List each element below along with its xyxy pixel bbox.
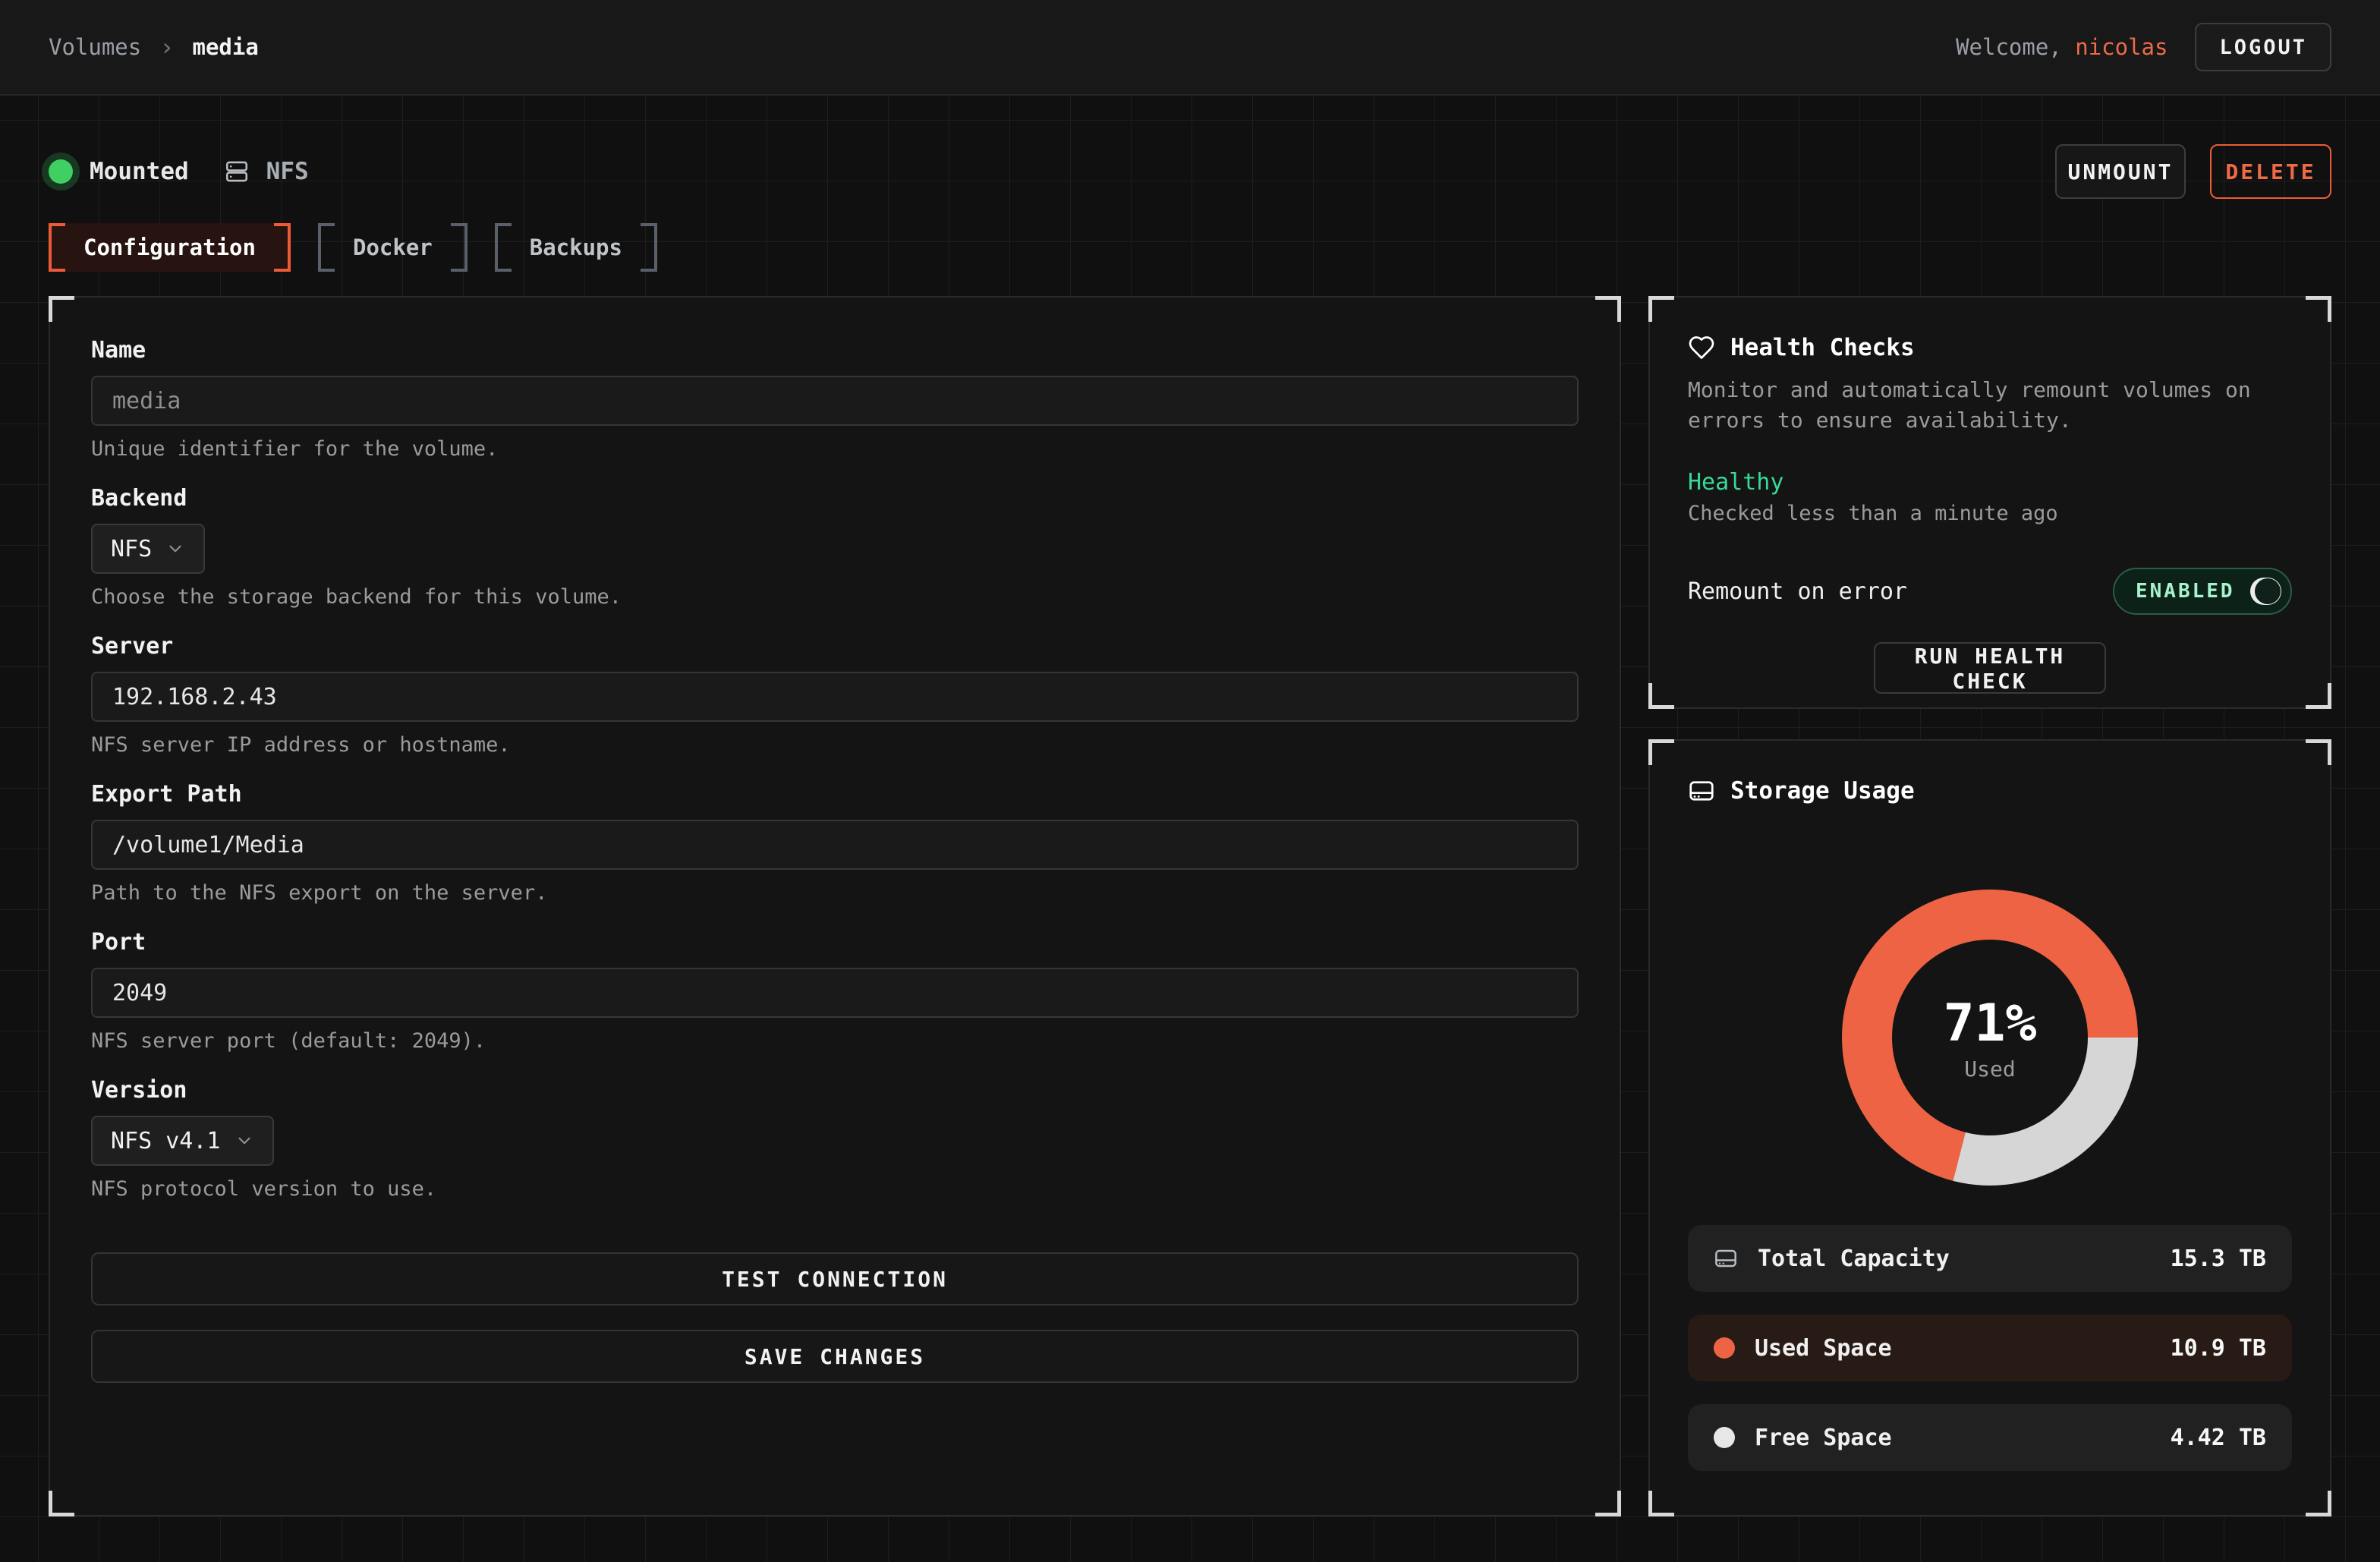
server-field-group: Server NFS server IP address or hostname…: [91, 633, 1579, 758]
free-space-row: Free Space 4.42 TB: [1688, 1404, 2292, 1471]
corner-bracket: [1648, 296, 1674, 322]
corner-bracket: [1648, 739, 1674, 765]
donut-percent: 71%: [1944, 994, 2037, 1053]
logout-button[interactable]: LOGOUT: [2195, 23, 2331, 71]
tab-backups[interactable]: Backups: [495, 223, 657, 272]
configuration-card: Name Unique identifier for the volume. B…: [49, 296, 1621, 1516]
welcome-text: Welcome, nicolas: [1956, 34, 2168, 60]
corner-bracket: [49, 296, 74, 322]
port-field-group: Port NFS server port (default: 2049).: [91, 929, 1579, 1054]
corner-bracket: [2306, 683, 2331, 709]
delete-button[interactable]: DELETE: [2210, 144, 2331, 199]
name-hint: Unique identifier for the volume.: [91, 436, 1579, 462]
mount-status-label: Mounted: [90, 158, 189, 185]
tab-docker[interactable]: Docker: [318, 223, 468, 272]
tab-bar: Configuration Docker Backups: [49, 223, 2331, 272]
heart-icon: [1688, 334, 1715, 361]
welcome-prefix: Welcome,: [1956, 34, 2062, 60]
username: nicolas: [2075, 34, 2168, 60]
health-last-checked: Checked less than a minute ago: [1688, 502, 2292, 525]
total-capacity-label: Total Capacity: [1758, 1246, 1950, 1272]
server-label: Server: [91, 633, 1579, 660]
page-content: Mounted NFS UNMOUNT DELETE Configuration…: [0, 96, 2380, 1562]
port-label: Port: [91, 929, 1579, 956]
backend-label: Backend: [91, 485, 1579, 512]
chevron-right-icon: ›: [159, 33, 174, 61]
remount-toggle-label: ENABLED: [2136, 580, 2235, 603]
storage-usage-card: Storage Usage 71% Used: [1648, 739, 2331, 1516]
corner-bracket: [49, 1491, 74, 1516]
name-input[interactable]: [91, 376, 1579, 426]
corner-bracket: [1595, 296, 1621, 322]
hard-drive-icon: [1714, 1246, 1738, 1271]
unmount-button[interactable]: UNMOUNT: [2055, 144, 2186, 199]
breadcrumb-volumes[interactable]: Volumes: [49, 34, 141, 60]
free-space-dot-icon: [1714, 1427, 1735, 1448]
export-path-field-group: Export Path Path to the NFS export on th…: [91, 781, 1579, 906]
health-checks-title: Health Checks: [1730, 334, 1915, 361]
export-path-hint: Path to the NFS export on the server.: [91, 880, 1579, 906]
breadcrumb-current: media: [192, 34, 258, 60]
server-hint: NFS server IP address or hostname.: [91, 732, 1579, 758]
free-space-label: Free Space: [1755, 1425, 1892, 1451]
used-space-row: Used Space 10.9 TB: [1688, 1315, 2292, 1381]
status-dot-icon: [49, 159, 73, 184]
run-health-check-button[interactable]: RUN HEALTH CHECK: [1874, 642, 2106, 694]
used-space-dot-icon: [1714, 1337, 1735, 1359]
corner-bracket: [1595, 1491, 1621, 1516]
version-field-group: Version NFS v4.1 NFS protocol version to…: [91, 1077, 1579, 1202]
total-capacity-row: Total Capacity 15.3 TB: [1688, 1225, 2292, 1292]
used-space-label: Used Space: [1755, 1335, 1892, 1362]
breadcrumb: Volumes › media: [49, 33, 259, 61]
server-input[interactable]: [91, 672, 1579, 722]
version-hint: NFS protocol version to use.: [91, 1176, 1579, 1202]
backend-field-group: Backend NFS Choose the storage backend f…: [91, 485, 1579, 610]
version-select-value: NFS v4.1: [111, 1128, 221, 1154]
test-connection-button[interactable]: TEST CONNECTION: [91, 1252, 1579, 1305]
storage-donut-chart: 71% Used: [1842, 890, 2138, 1186]
corner-bracket: [2306, 739, 2331, 765]
backend-select-value: NFS: [111, 536, 152, 562]
version-label: Version: [91, 1077, 1579, 1104]
donut-center-label: Used: [1964, 1057, 2015, 1082]
version-select[interactable]: NFS v4.1: [91, 1116, 274, 1166]
port-input[interactable]: [91, 968, 1579, 1018]
export-path-label: Export Path: [91, 781, 1579, 808]
save-changes-button[interactable]: SAVE CHANGES: [91, 1330, 1579, 1383]
corner-bracket: [1648, 1491, 1674, 1516]
name-label: Name: [91, 337, 1579, 364]
chevron-down-icon: [235, 1131, 254, 1151]
backend-select[interactable]: NFS: [91, 524, 205, 574]
health-checks-card: Health Checks Monitor and automatically …: [1648, 296, 2331, 709]
corner-bracket: [1648, 683, 1674, 709]
status-bar: Mounted NFS UNMOUNT DELETE: [49, 96, 2331, 199]
server-icon: [224, 159, 250, 184]
export-path-input[interactable]: [91, 820, 1579, 870]
free-space-value: 4.42 TB: [2171, 1425, 2266, 1451]
storage-usage-title: Storage Usage: [1730, 777, 1915, 805]
backend-hint: Choose the storage backend for this volu…: [91, 584, 1579, 610]
remount-toggle[interactable]: ENABLED: [2113, 568, 2292, 615]
total-capacity-value: 15.3 TB: [2171, 1246, 2266, 1272]
used-space-value: 10.9 TB: [2171, 1335, 2266, 1362]
hard-drive-icon: [1688, 777, 1715, 805]
port-hint: NFS server port (default: 2049).: [91, 1028, 1579, 1054]
chevron-down-icon: [165, 539, 185, 559]
tab-configuration[interactable]: Configuration: [49, 223, 291, 272]
mount-status: Mounted: [49, 158, 189, 185]
health-description: Monitor and automatically remount volume…: [1688, 375, 2292, 436]
remount-on-error-label: Remount on error: [1688, 578, 1907, 605]
corner-bracket: [2306, 1491, 2331, 1516]
backend-badge: NFS: [224, 158, 309, 185]
health-status: Healthy: [1688, 469, 2292, 496]
name-field-group: Name Unique identifier for the volume.: [91, 337, 1579, 462]
toggle-switch-icon: [2250, 578, 2281, 605]
top-bar: Volumes › media Welcome, nicolas LOGOUT: [0, 0, 2380, 96]
corner-bracket: [2306, 296, 2331, 322]
backend-badge-label: NFS: [266, 158, 309, 185]
